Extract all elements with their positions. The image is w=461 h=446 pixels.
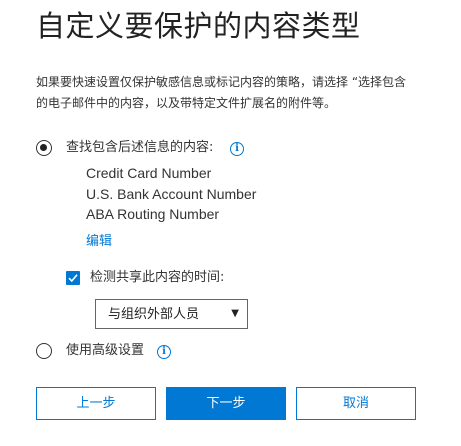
description-line-2: 的电子邮件中的内容，以及带特定文件扩展名的附件等。 <box>36 96 337 110</box>
dropdown-value: 与组织外部人员 <box>108 307 200 322</box>
find-content-label: 查找包含后述信息的内容: <box>66 140 214 155</box>
advanced-settings-radio[interactable] <box>36 343 52 359</box>
info-type-item: ABA Routing Number <box>86 206 220 222</box>
chevron-down-icon: ▼ <box>231 308 239 319</box>
advanced-settings-label: 使用高级设置 <box>66 343 145 358</box>
find-content-radio[interactable] <box>36 140 52 156</box>
detect-sharing-label: 检测共享此内容的时间: <box>90 270 225 285</box>
info-type-item: U.S. Bank Account Number <box>86 186 257 202</box>
edit-link[interactable]: 编辑 <box>86 233 112 251</box>
back-button[interactable]: 上一步 <box>36 387 156 420</box>
info-icon[interactable]: i <box>157 345 171 359</box>
page-title: 自定义要保护的内容类型 <box>36 9 361 43</box>
checkmark-icon <box>68 274 78 283</box>
info-icon[interactable]: i <box>230 142 244 156</box>
next-button[interactable]: 下一步 <box>166 387 286 420</box>
sharing-scope-dropdown[interactable]: 与组织外部人员 ▼ <box>95 299 248 329</box>
info-type-item: Credit Card Number <box>86 165 212 181</box>
detect-sharing-checkbox[interactable] <box>66 271 80 285</box>
description: 如果要快速设置仅保护敏感信息或标记内容的策略，请选择 “选择包含 的电子邮件中的… <box>36 72 461 114</box>
description-line-1: 如果要快速设置仅保护敏感信息或标记内容的策略，请选择 “选择包含 <box>36 75 407 89</box>
cancel-button[interactable]: 取消 <box>296 387 416 420</box>
